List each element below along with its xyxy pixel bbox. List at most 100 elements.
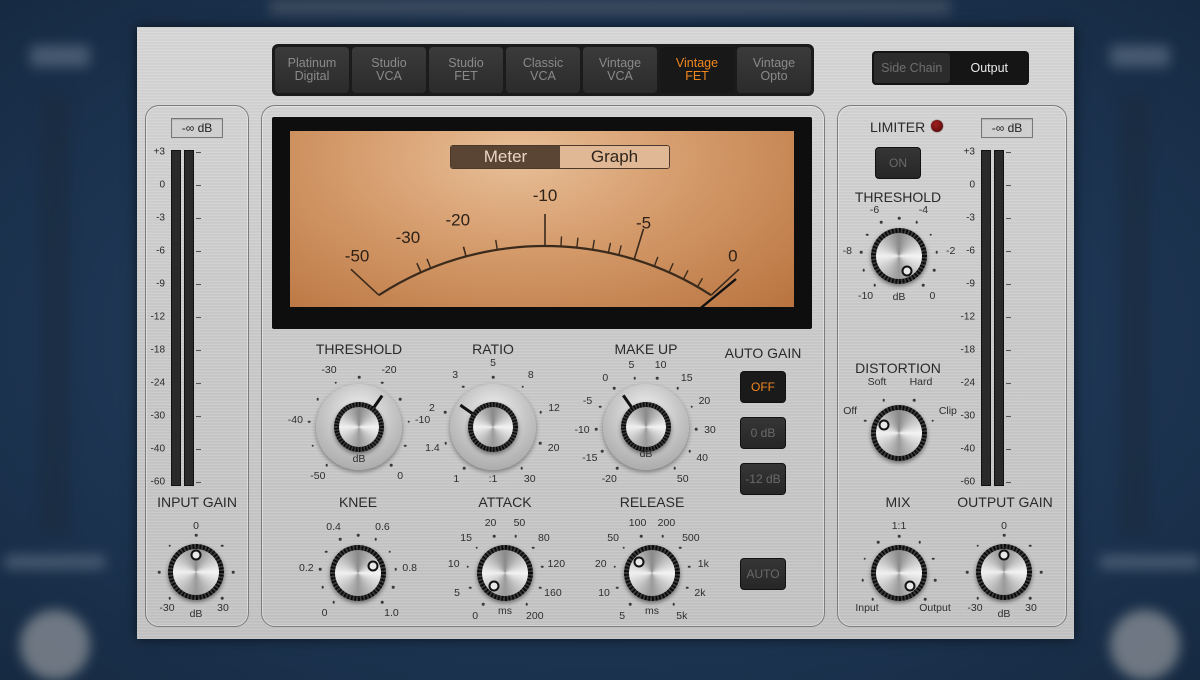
makeup-knob-scale-label: -15	[582, 451, 598, 464]
mix-scale-dot	[933, 578, 937, 582]
attack-knob-scale-label: 15	[460, 532, 472, 545]
ratio-knob-scale-label: 1	[453, 473, 460, 486]
vu-end-tick	[710, 268, 740, 296]
output-button[interactable]: Output	[951, 53, 1027, 83]
input-meter-tick	[196, 416, 201, 417]
knee-knob[interactable]	[330, 545, 386, 601]
makeup-knob-scale-dot	[594, 427, 598, 431]
input-meter-scale-label: -18	[150, 344, 165, 356]
attack-knob-scale-label: 0	[472, 609, 479, 622]
mix-label: MIX	[885, 494, 911, 510]
input-gain-knob-unit: dB	[189, 608, 203, 620]
limiter-threshold-knob-scale-dot	[873, 283, 876, 287]
threshold-knob-scale-label: 0	[397, 470, 404, 483]
model-tab[interactable]: Vintage FET	[660, 47, 734, 93]
vu-minor-tick	[576, 237, 579, 248]
attack-knob-scale-label: 80	[538, 532, 550, 545]
input-meter-tick	[196, 317, 201, 318]
knee-knob-scale-label: 1.0	[384, 606, 399, 619]
mix-scale-dot	[918, 540, 921, 544]
input-meter-tick	[196, 482, 201, 483]
input-gain-knob-scale-dot	[220, 544, 224, 548]
attack-knob-position-marker	[488, 580, 500, 592]
attack-knob-scale-label: 160	[544, 587, 562, 600]
ratio-knob[interactable]	[450, 384, 536, 470]
model-tab[interactable]: Studio FET	[429, 47, 503, 93]
limiter-threshold-knob-scale-dot	[859, 250, 863, 254]
distortion-option-label[interactable]: Clip	[939, 405, 957, 417]
input-meter-tick	[196, 383, 201, 384]
auto-gain-button[interactable]: -12 dB	[740, 463, 786, 495]
distortion-option-label[interactable]: Off	[843, 405, 857, 417]
vu-major-tick	[416, 262, 422, 273]
release-knob-scale-dot	[672, 602, 676, 606]
side-chain-button[interactable]: Side Chain	[874, 53, 950, 83]
mix-knob[interactable]	[871, 545, 927, 601]
distortion-scale-dot	[931, 419, 935, 422]
vu-scale: -50-30-20-10-50	[345, 186, 740, 307]
knee-knob-scale-label: 0.2	[298, 561, 314, 574]
limiter-threshold-knob-scale-label: -2	[946, 244, 956, 257]
ratio-knob-scale-dot	[521, 385, 524, 388]
distortion-label: DISTORTION	[855, 360, 941, 376]
auto-gain-button[interactable]: OFF	[740, 371, 786, 403]
mix-min-label: Input	[855, 602, 879, 614]
knee-knob-scale-label: 0	[321, 606, 328, 619]
threshold-knob-scale-label: -30	[321, 364, 337, 377]
release-knob-scale-label: 50	[607, 532, 619, 545]
auto-gain-button[interactable]: 0 dB	[740, 417, 786, 449]
limiter-threshold-knob-cap	[876, 233, 922, 279]
threshold-knob-scale-dot	[357, 375, 361, 379]
mix-scale-dot	[923, 597, 927, 601]
vu-scale-label: -50	[345, 247, 370, 266]
ratio-knob-label: RATIO	[472, 341, 514, 357]
release-knob[interactable]	[624, 545, 680, 601]
threshold-knob-unit-label: dB	[352, 453, 366, 465]
input-meter-scale-label: -24	[150, 377, 165, 389]
limiter-threshold-knob[interactable]	[871, 228, 927, 284]
knee-knob-scale-dot	[321, 585, 325, 589]
threshold-knob-scale-label: -10	[415, 414, 431, 427]
makeup-knob-scale-label: 20	[698, 394, 711, 407]
release-knob-scale-dot	[622, 546, 625, 550]
distortion-option-label[interactable]: Soft	[868, 376, 887, 388]
model-tab[interactable]: Vintage Opto	[737, 47, 811, 93]
attack-knob[interactable]	[477, 545, 533, 601]
limiter-threshold-knob-scale-dot	[862, 268, 866, 272]
threshold-knob-scale-dot	[334, 381, 337, 385]
input-meter-tick	[196, 284, 201, 285]
knee-knob-scale-dot	[394, 567, 398, 571]
output-gain-knob[interactable]	[976, 544, 1032, 600]
output-meter-left-channel	[981, 150, 991, 486]
input-gain-knob[interactable]	[168, 544, 224, 600]
distortion-knob[interactable]	[871, 405, 927, 461]
makeup-knob-cap	[626, 407, 666, 447]
model-tab[interactable]: Studio VCA	[352, 47, 426, 93]
output-meter-scale-label: 0	[969, 179, 975, 191]
threshold-knob-scale-dot	[404, 444, 407, 448]
input-gain-knob-scale-dot	[168, 596, 172, 600]
auto-release-button[interactable]: AUTO	[740, 558, 786, 590]
makeup-knob-scale-dot	[673, 466, 676, 470]
ratio-knob-scale-dot	[520, 466, 523, 470]
distortion-scale-dot	[882, 399, 886, 402]
model-tab[interactable]: Platinum Digital	[275, 47, 349, 93]
output-meter-tick	[1006, 185, 1011, 186]
ratio-knob-scale-label: 8	[527, 369, 534, 382]
distortion-option-label[interactable]: Hard	[910, 376, 933, 388]
output-gain-label: OUTPUT GAIN	[957, 494, 1053, 510]
makeup-knob-scale-dot	[676, 387, 680, 390]
output-meter-tick	[1006, 152, 1011, 153]
ratio-knob-scale-dot	[539, 410, 542, 414]
makeup-knob-scale-label: -5	[582, 394, 593, 407]
limiter-on-button[interactable]: ON	[875, 147, 921, 179]
mix-scale-dot	[863, 557, 867, 561]
ratio-knob-scale-label: 3	[452, 369, 459, 382]
input-meter-tick	[196, 449, 201, 450]
model-tab[interactable]: Vintage VCA	[583, 47, 657, 93]
distortion-knob-cap	[876, 410, 922, 456]
makeup-knob-scale-dot	[633, 377, 636, 380]
output-meter-tick	[1006, 251, 1011, 252]
model-tab[interactable]: Classic VCA	[506, 47, 580, 93]
vu-minor-tick	[682, 270, 689, 280]
